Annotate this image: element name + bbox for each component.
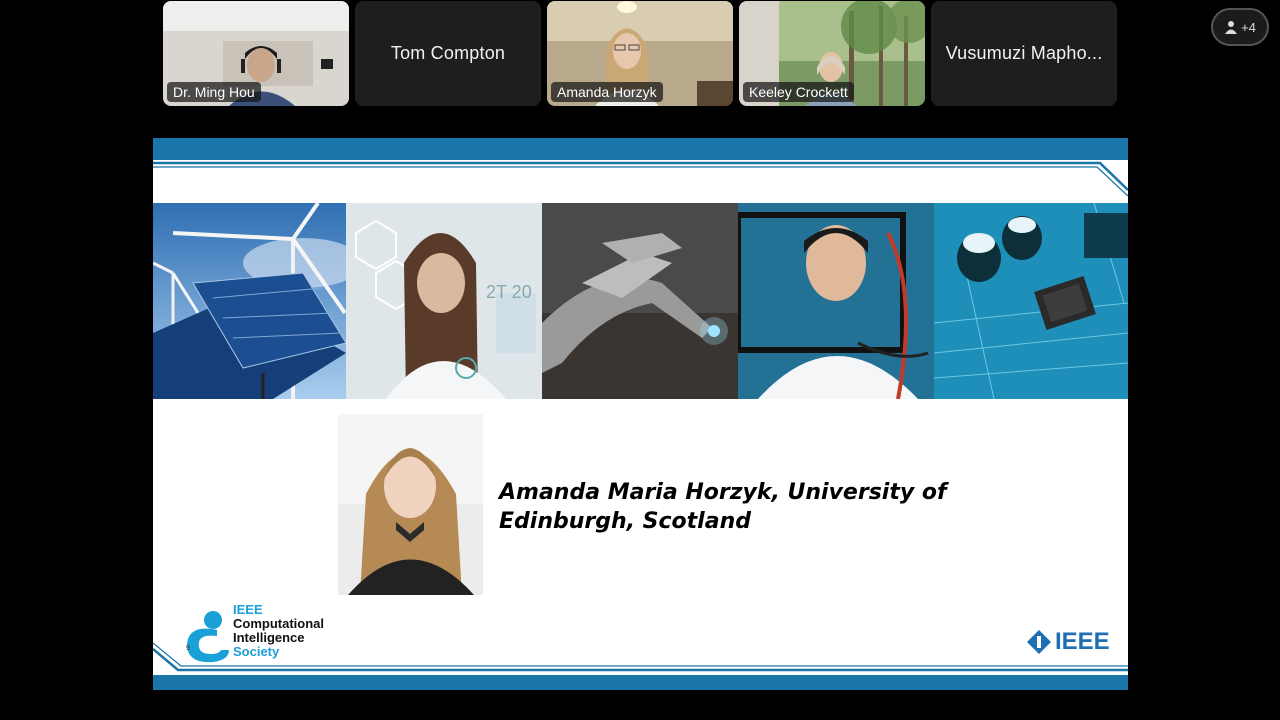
slide-photo-strip: 2T 20 [153,203,1128,399]
solar-wind-image [153,203,346,399]
robot-hand-image [542,203,738,399]
participant-name: Tom Compton [390,43,506,63]
cis-logo-line-ieee: IEEE [233,602,263,617]
scientist-hologram-image: 2T 20 [346,203,542,399]
person-icon [1225,21,1238,34]
slide-page-number: 9 [186,645,190,652]
cis-logo: IEEE Computational Intelligence Society [183,602,343,664]
participant-name-label: Keeley Crockett [743,82,854,102]
cis-logo-line-society: Society [233,644,280,659]
ieee-wordmark: IEEE [1055,628,1110,655]
participant-tile-ming-hou[interactable]: Dr. Ming Hou [163,1,349,106]
participant-tile-vusumuzi[interactable]: Vusumuzi Mapho... [931,1,1117,106]
participant-tile-amanda-horzyk[interactable]: Amanda Horzyk [547,1,733,106]
participant-name: Vusumuzi Mapho... [945,43,1103,63]
ieee-diamond-icon [1027,630,1051,654]
speaker-portrait [338,414,483,595]
speaker-caption: Amanda Maria Horzyk, University of Edinb… [499,480,947,534]
ieee-logo: IEEE [1026,628,1110,656]
participant-name-label: Dr. Ming Hou [167,82,261,102]
cis-logo-line-intelligence: Intelligence [233,630,305,645]
cis-logo-mark-icon [187,611,229,663]
participant-tile-tom-compton[interactable]: Tom Compton [355,1,541,106]
circuit-board-image [934,203,1128,399]
slide-top-band [153,138,1128,197]
participant-name-label: Amanda Horzyk [551,82,663,102]
engineer-image [738,203,934,399]
overflow-count: +4 [1241,19,1256,35]
svg-text:2T 20: 2T 20 [486,282,532,302]
cis-logo-line-computational: Computational [233,616,324,631]
more-participants-button[interactable]: +4 [1211,8,1269,46]
shared-slide: 2T 20 Amanda Maria Horzyk, University of… [153,138,1128,690]
participant-tile-keeley-crockett[interactable]: Keeley Crockett [739,1,925,106]
